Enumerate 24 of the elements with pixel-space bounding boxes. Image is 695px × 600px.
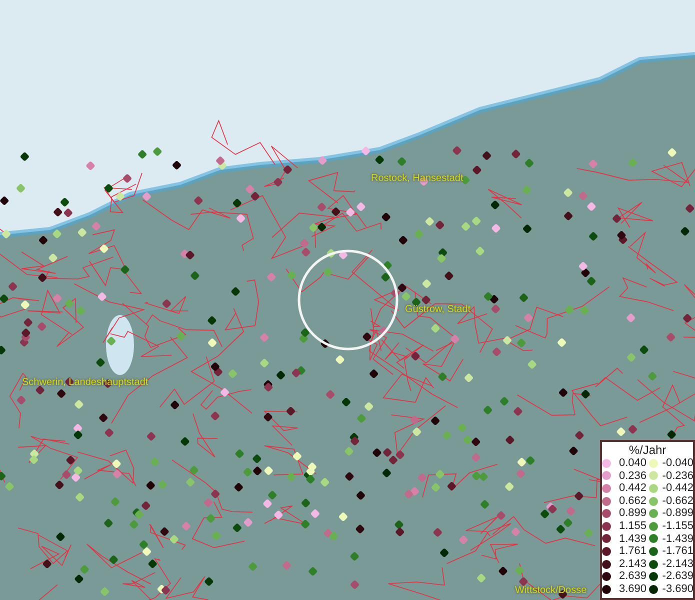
legend-value: -1.761 (661, 545, 694, 558)
legend-value: -2.143 (661, 558, 694, 570)
legend-value: 2.143 (618, 558, 646, 570)
legend-value: 1.155 (618, 520, 646, 533)
legend-value: 0.899 (618, 507, 646, 520)
legend-title: %/Jahr (628, 443, 666, 457)
legend-value: -1.439 (661, 532, 694, 546)
legend-value: 3.690 (618, 582, 646, 596)
legend-value: 0.236 (618, 470, 646, 482)
legend-value: -0.899 (661, 507, 694, 520)
legend-value: 0.040 (618, 457, 646, 470)
legend-value: 2.639 (618, 570, 646, 583)
selection-circle-icon (296, 248, 400, 352)
legend-value: -1.155 (661, 520, 694, 533)
legend-value: 0.662 (618, 494, 646, 508)
legend-value: -2.639 (661, 570, 694, 583)
legend-value: -0.442 (661, 482, 694, 495)
legend-value: 1.439 (618, 532, 646, 546)
legend-value: -0.662 (661, 494, 694, 508)
legend-value: -0.040 (661, 457, 694, 470)
legend-value: -3.690 (661, 582, 694, 596)
legend-value: -0.236 (661, 470, 694, 482)
legend-value: 1.761 (618, 545, 646, 558)
legend-value: 0.442 (618, 482, 646, 495)
